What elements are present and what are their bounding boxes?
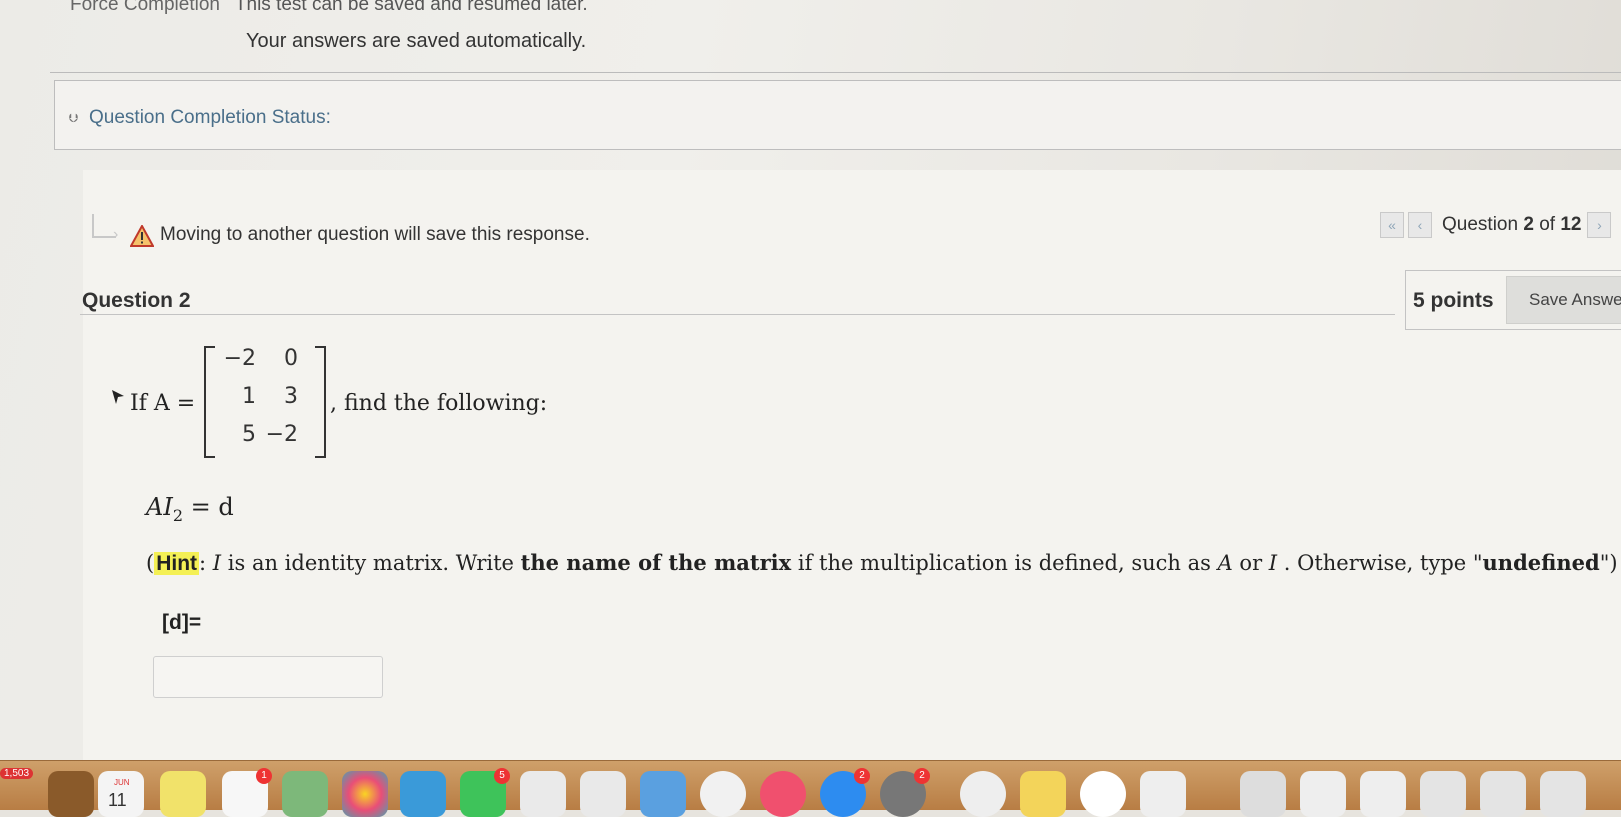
notes-icon[interactable] xyxy=(160,771,206,817)
force-completion-text: This test can be saved and resumed later… xyxy=(234,0,588,15)
hint-part-1: is an identity matrix. Write xyxy=(221,551,521,575)
hint-identity-symbol: I xyxy=(212,551,222,575)
music-icon[interactable] xyxy=(760,771,806,817)
keynote-icon[interactable] xyxy=(520,771,566,817)
hint-part-4: . Otherwise, type " xyxy=(1277,551,1483,575)
hint-part-2: if the multiplication is defined, such a… xyxy=(791,551,1218,575)
equation-lhs: AI xyxy=(146,493,173,521)
matrix-cell-r2c1: 1 xyxy=(242,384,256,409)
previous-question-button[interactable]: ‹ xyxy=(1408,212,1432,238)
warning-icon xyxy=(130,225,154,247)
matrix-cell-r1c1: −2 xyxy=(223,346,256,371)
bluetooth-icon[interactable] xyxy=(960,771,1006,817)
answer-d-input[interactable] xyxy=(153,656,383,698)
matrix-cell-r3c2: −2 xyxy=(265,422,298,447)
double-chevron-down-icon[interactable]: ⮋ xyxy=(69,111,78,126)
window-thumbnail-1-icon[interactable] xyxy=(1300,771,1346,817)
window-thumbnail-2-icon[interactable] xyxy=(1360,771,1406,817)
dock-count-badge: 1,503 xyxy=(0,768,34,779)
window-thumbnail-4-icon[interactable] xyxy=(1480,771,1526,817)
counter-total: 12 xyxy=(1560,214,1582,235)
save-answer-button[interactable]: Save Answer xyxy=(1506,276,1621,324)
matrix-name: A = xyxy=(153,391,196,416)
answer-label: [d]= xyxy=(162,611,202,634)
stickies-icon[interactable] xyxy=(1020,771,1066,817)
hint-part-3: or xyxy=(1232,551,1269,575)
window-thumbnail-3-icon[interactable] xyxy=(1420,771,1466,817)
header-divider xyxy=(50,72,1621,73)
reminders-badge: 1 xyxy=(256,768,272,784)
photos-icon[interactable] xyxy=(342,771,388,817)
equation-subscript: 2 xyxy=(172,505,183,525)
question-if-text: If A = xyxy=(130,391,195,416)
question-completion-status[interactable]: ⮋ Question Completion Status: xyxy=(54,80,1621,150)
hint-bold-1: the name of the matrix xyxy=(520,550,792,575)
return-arrow-head: › xyxy=(113,226,119,243)
counter-prefix: Question xyxy=(1442,214,1519,235)
trash-icon[interactable] xyxy=(1240,771,1286,817)
calendar-day: 11 xyxy=(108,790,127,810)
news-icon[interactable] xyxy=(700,771,746,817)
hint-colon: : xyxy=(199,551,207,575)
force-completion-label: Force Completion xyxy=(70,0,220,15)
matrix-cell-r1c2: 0 xyxy=(284,346,298,371)
preview-icon[interactable] xyxy=(640,771,686,817)
question-counter: Question 2 of 12 xyxy=(1442,214,1581,236)
matrix-a: −2 0 1 3 5 −2 xyxy=(204,346,326,458)
app-store-badge: 2 xyxy=(854,768,870,784)
question-points: 5 points xyxy=(1413,289,1494,312)
force-completion-row: Force Completion This test can be saved … xyxy=(70,0,588,16)
equation-rhs: = d xyxy=(190,493,234,521)
mouse-cursor-icon xyxy=(112,390,124,404)
next-question-button[interactable]: › xyxy=(1587,212,1612,238)
matrix-right-bracket xyxy=(315,346,326,458)
first-question-button[interactable]: « xyxy=(1380,212,1404,238)
hint-a-symbol: A xyxy=(1217,551,1233,575)
hint-label: Hint xyxy=(154,552,200,575)
equation: AI2 = d xyxy=(146,493,234,525)
counter-current: 2 xyxy=(1523,214,1534,235)
macos-dock: 1 5 2 2 xyxy=(0,760,1621,817)
question-title-divider xyxy=(80,314,1395,315)
counter-of: of xyxy=(1539,214,1556,235)
finder-folder-icon[interactable] xyxy=(48,771,94,817)
test-page: Force Completion This test can be saved … xyxy=(0,0,1621,760)
calendar-month: JUN xyxy=(114,778,130,787)
maps-icon[interactable] xyxy=(282,771,328,817)
if-word: If xyxy=(130,391,147,416)
system-preferences-badge: 2 xyxy=(914,768,930,784)
hint-text: (Hint: I is an identity matrix. Write th… xyxy=(146,550,1618,576)
autosave-notice: Your answers are saved automatically. xyxy=(246,30,587,52)
completion-status-label[interactable]: Question Completion Status: xyxy=(89,107,331,129)
hint-open-paren: ( xyxy=(146,551,155,575)
find-following-text: , find the following: xyxy=(330,391,548,416)
chrome-icon[interactable] xyxy=(1080,771,1126,817)
facetime-badge: 5 xyxy=(494,768,510,784)
window-thumbnail-5-icon[interactable] xyxy=(1540,771,1586,817)
hint-i-symbol-2: I xyxy=(1268,551,1278,575)
messages-icon[interactable] xyxy=(400,771,446,817)
numbers-icon[interactable] xyxy=(580,771,626,817)
save-warning-text: Moving to another question will save thi… xyxy=(160,224,590,245)
question-title: Question 2 xyxy=(82,289,191,312)
matrix-cell-r3c1: 5 xyxy=(242,422,256,447)
play-icon[interactable] xyxy=(1140,771,1186,817)
matrix-cell-r2c2: 3 xyxy=(284,384,298,409)
hint-bold-2: undefined xyxy=(1482,550,1600,575)
question-navigation: « ‹ Question 2 of 12 › xyxy=(1380,212,1615,238)
hint-part-5: ") xyxy=(1599,551,1618,575)
